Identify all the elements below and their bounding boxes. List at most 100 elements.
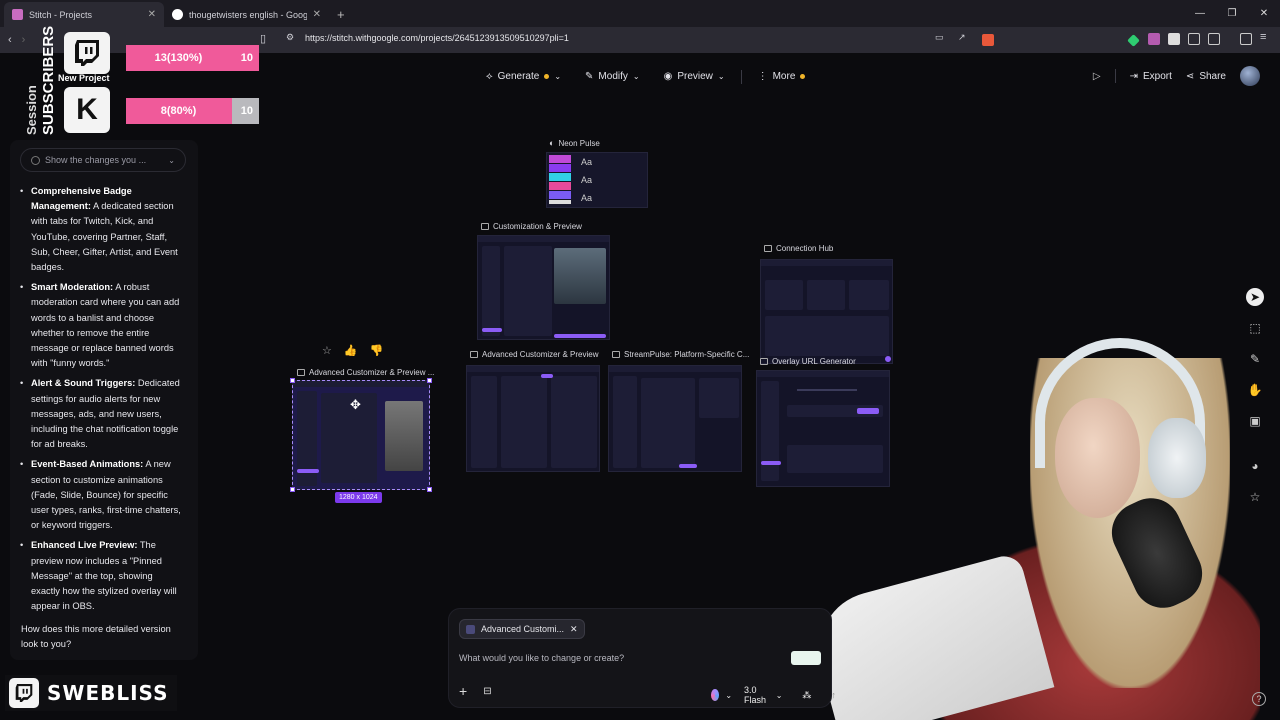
list-item: Comprehensive Badge Management: A dedica… bbox=[20, 184, 182, 275]
context-chip[interactable]: Advanced Customi... ✕ bbox=[459, 619, 585, 639]
send-icon[interactable]: ↑ bbox=[831, 690, 836, 700]
maximize-icon[interactable]: ❐ bbox=[1216, 0, 1248, 27]
add-icon[interactable]: + bbox=[459, 683, 467, 699]
site-settings-icon[interactable]: ⚙ bbox=[286, 32, 294, 43]
screen-label-advanced-customizer-selected[interactable]: Advanced Customizer & Preview ... bbox=[297, 368, 434, 377]
resize-handle[interactable] bbox=[290, 378, 295, 383]
frame-tool-icon[interactable]: ⬚ bbox=[1246, 319, 1264, 337]
reader-icon[interactable]: ▭ bbox=[935, 32, 944, 43]
generate-label: Generate bbox=[497, 71, 540, 82]
generate-icon: ⟡ bbox=[486, 71, 493, 82]
kick-goal-text: 8(80%) bbox=[160, 105, 197, 117]
thumb-block bbox=[482, 246, 500, 336]
thumb-accent bbox=[761, 461, 781, 465]
close-window-icon[interactable]: ✕ bbox=[1248, 0, 1280, 27]
twitch-logo-icon bbox=[9, 678, 39, 708]
pen-tool-icon[interactable]: ✎ bbox=[1246, 350, 1264, 368]
thumb-block bbox=[504, 246, 552, 336]
swatch bbox=[549, 191, 571, 199]
modify-button[interactable]: ✎ Modify ⌄ bbox=[577, 66, 648, 87]
back-icon[interactable]: ‹ bbox=[8, 34, 12, 46]
extensions-puzzle-icon[interactable] bbox=[1188, 33, 1200, 45]
screen-title: Customization & Preview bbox=[493, 222, 582, 231]
screen-label-streampulse[interactable]: StreamPulse: Platform-Specific C... bbox=[612, 350, 749, 359]
avatar[interactable] bbox=[1240, 66, 1260, 86]
brave-shield-icon[interactable] bbox=[982, 34, 994, 46]
thumb-header bbox=[467, 366, 599, 372]
model-orb-icon bbox=[711, 689, 720, 701]
url-bar[interactable]: https://stitch.withgoogle.com/projects/2… bbox=[305, 33, 569, 43]
thumb-block bbox=[471, 376, 497, 468]
screen-label-advanced-customizer[interactable]: Advanced Customizer & Preview bbox=[470, 350, 599, 359]
list-item: Enhanced Live Preview: The preview now i… bbox=[20, 538, 182, 614]
attach-screen-icon[interactable]: ⊟ bbox=[483, 686, 491, 697]
share-page-icon[interactable]: ↗ bbox=[958, 32, 966, 43]
minimize-icon[interactable]: — bbox=[1184, 0, 1216, 27]
more-status-dot bbox=[800, 74, 806, 79]
bookmark-icon[interactable]: ▯ bbox=[260, 32, 266, 45]
thumb-block bbox=[551, 376, 597, 468]
new-tab-icon[interactable]: + bbox=[329, 7, 353, 27]
new-project-label[interactable]: New Project bbox=[58, 73, 110, 83]
thumbs-down-icon[interactable]: 👎 bbox=[370, 344, 384, 357]
app-right-actions: ▷ ⇥ Export ⋖ Share bbox=[1093, 66, 1260, 86]
share-button[interactable]: ⋖ Share bbox=[1186, 71, 1226, 82]
thumbs-up-icon[interactable]: 👍 bbox=[344, 344, 358, 357]
screen-title: StreamPulse: Platform-Specific C... bbox=[624, 350, 750, 359]
sidebar-icon[interactable] bbox=[1240, 33, 1252, 45]
extension-icon[interactable] bbox=[1208, 33, 1220, 45]
card-actions: ☆ 👍 👎 bbox=[322, 344, 383, 357]
generate-status-dot bbox=[544, 74, 550, 79]
generate-button[interactable]: ⟡ Generate ⌄ bbox=[478, 66, 569, 87]
hand-tool-icon[interactable]: ✋ bbox=[1246, 381, 1264, 399]
star-tool-icon[interactable]: ☆ bbox=[1246, 488, 1264, 506]
screen-thumbnail[interactable] bbox=[477, 235, 610, 340]
channel-name-overlay: SWEBLISS bbox=[5, 675, 177, 711]
list-item: Event-Based Animations: A new section to… bbox=[20, 457, 182, 533]
thumb-accent bbox=[679, 464, 697, 468]
more-button[interactable]: ⋮ More bbox=[750, 66, 814, 87]
cursor-tool-icon[interactable]: ➤ bbox=[1246, 288, 1264, 306]
model-label: 3.0 Flash bbox=[744, 685, 767, 705]
palette-icon: ◐ bbox=[549, 138, 555, 148]
close-icon[interactable]: ✕ bbox=[570, 624, 578, 635]
thumb-block bbox=[849, 280, 889, 310]
close-tab-icon[interactable]: ✕ bbox=[148, 9, 156, 20]
list-item: Alert & Sound Triggers: Dedicated settin… bbox=[20, 376, 182, 452]
screen-label-neon-pulse[interactable]: ◐ Neon Pulse bbox=[549, 138, 600, 148]
play-icon[interactable]: ▷ bbox=[1093, 71, 1101, 82]
design-system-card[interactable]: Aa Aa Aa bbox=[546, 152, 648, 208]
resize-handle[interactable] bbox=[290, 487, 295, 492]
screen-thumbnail[interactable] bbox=[608, 365, 742, 472]
extension-icon[interactable] bbox=[1148, 33, 1160, 45]
screen-thumbnail[interactable] bbox=[466, 365, 600, 472]
prompt-input[interactable]: What would you like to change or create? bbox=[459, 653, 624, 663]
resize-handle[interactable] bbox=[427, 378, 432, 383]
grammarly-icon[interactable] bbox=[791, 651, 821, 665]
close-tab-icon[interactable]: ✕ bbox=[313, 9, 321, 20]
screen-label-connection-hub[interactable]: Connection Hub bbox=[764, 244, 833, 253]
changes-dropdown[interactable]: Show the changes you ... ⌄ bbox=[20, 148, 186, 172]
thumb-block bbox=[807, 280, 845, 310]
chevron-down-icon: ⌄ bbox=[554, 72, 562, 81]
tab-stitch-projects[interactable]: Stitch - Projects ✕ bbox=[4, 2, 164, 27]
image-tool-icon[interactable]: ▣ bbox=[1246, 412, 1264, 430]
export-button[interactable]: ⇥ Export bbox=[1130, 71, 1172, 82]
extension-icon[interactable] bbox=[1168, 33, 1180, 45]
menu-icon[interactable]: ≡ bbox=[1260, 31, 1266, 43]
closing-question: How does this more detailed version look… bbox=[21, 624, 171, 649]
screen-title: Connection Hub bbox=[776, 244, 834, 253]
palette-tool-icon[interactable]: ◕ bbox=[1246, 457, 1264, 475]
screen-label-customization[interactable]: Customization & Preview bbox=[481, 222, 582, 231]
screen-title: Advanced Customizer & Preview ... bbox=[309, 368, 435, 377]
help-icon[interactable]: ? bbox=[1252, 692, 1266, 706]
type-sample: Aa bbox=[581, 157, 593, 167]
tab-google-search[interactable]: thougetwisters english - Google Sea ✕ bbox=[164, 2, 329, 27]
resize-handle[interactable] bbox=[427, 487, 432, 492]
star-icon[interactable]: ☆ bbox=[322, 344, 332, 357]
bullet-title: Smart Moderation: bbox=[31, 282, 114, 293]
voice-icon[interactable]: ⁂ bbox=[802, 690, 811, 701]
model-selector[interactable]: ⌄ 3.0 Flash ⌄ ⁂ ↑ bbox=[711, 685, 836, 705]
preview-button[interactable]: ◉ Preview ⌄ bbox=[656, 66, 733, 87]
extension-icon[interactable] bbox=[1127, 34, 1140, 47]
